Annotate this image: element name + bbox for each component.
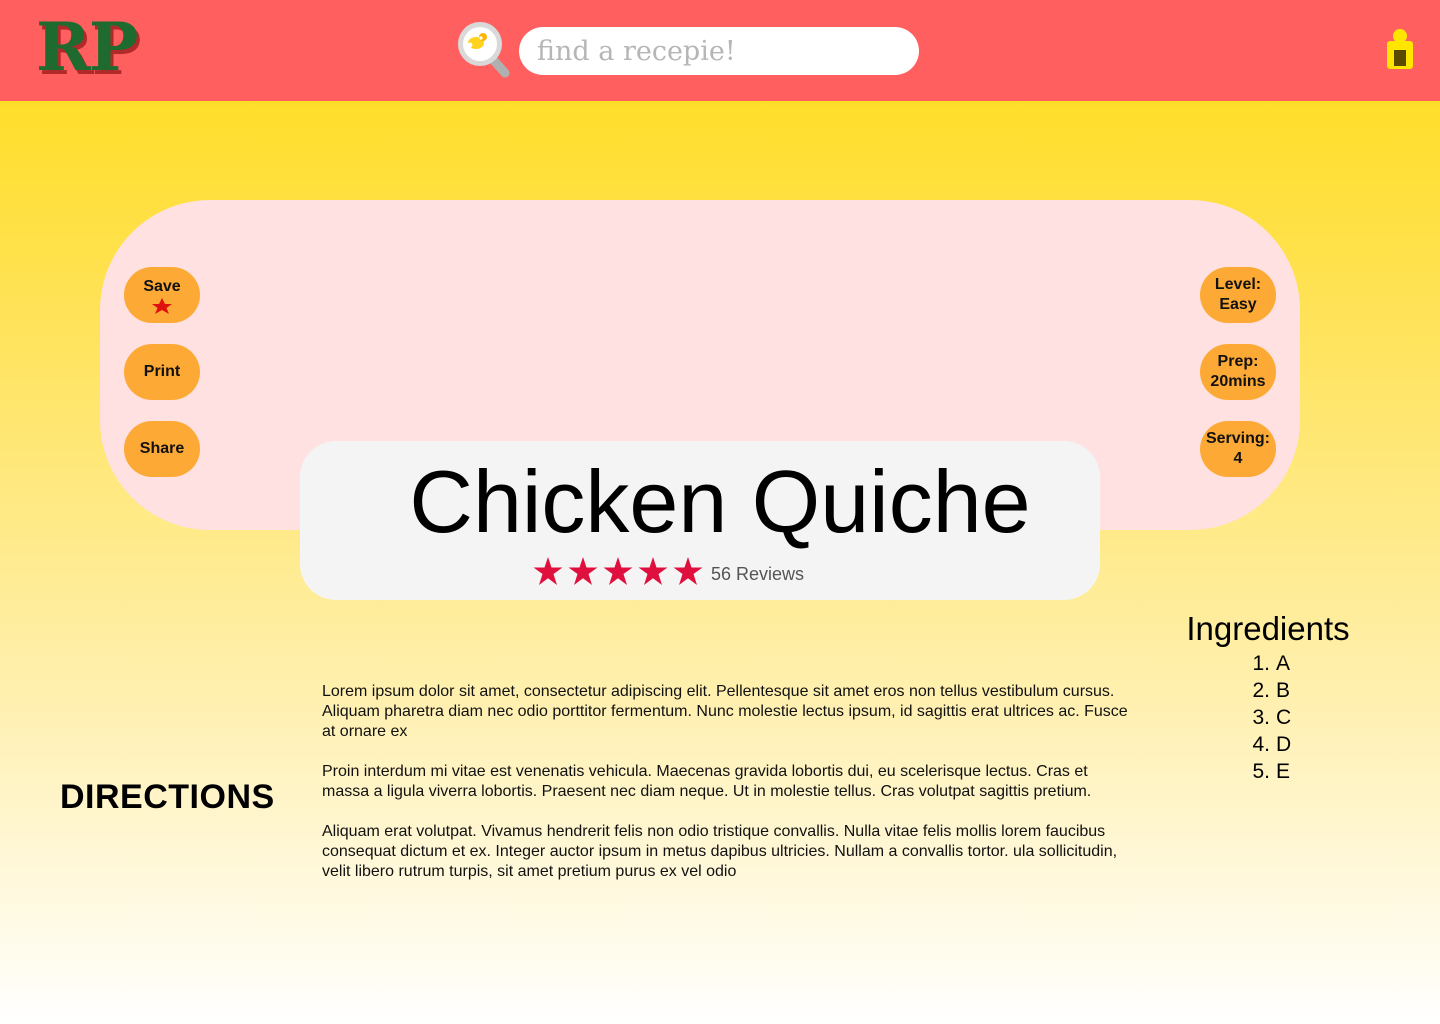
save-button[interactable]: Save [124,267,200,323]
star-icon [568,557,598,585]
ingredient-name: E [1276,760,1291,783]
ingredients-list: 1. A 2. B 3. C 4. D 5. E [1240,650,1291,785]
reviews-link[interactable]: 56 Reviews [711,564,804,585]
level-badge: Level: Easy [1200,267,1276,323]
save-label: Save [143,277,181,295]
top-bar: RP [0,0,1440,101]
direction-paragraph: Proin interdum mi vitae est venenatis ve… [322,763,1092,800]
level-label: Level: [1214,276,1262,293]
ingredient-item: 5. E [1240,758,1291,785]
directions-body: Lorem ipsum dolor sit amet, consectetur … [322,682,1132,902]
prep-label: Prep: [1217,353,1259,370]
print-button[interactable]: Print [124,344,200,400]
bookmark-star-icon [152,297,172,314]
ingredient-name: C [1276,706,1292,729]
ingredient-item: 4. D [1240,731,1291,758]
star-icon [673,557,703,585]
ingredient-number: 1. [1252,652,1270,675]
prep-value: 20mins [1210,373,1266,390]
ingredients-heading: Ingredients [1186,610,1350,647]
ingredient-number: 5. [1252,760,1270,783]
rating-stars[interactable] [533,557,703,586]
serving-label: Serving: [1205,430,1270,447]
ingredient-name: B [1276,679,1291,702]
directions-heading: DIRECTIONS [60,778,275,816]
search-input[interactable] [519,27,919,75]
site-logo[interactable]: RP [36,8,138,86]
level-value: Easy [1219,296,1257,313]
prep-badge: Prep: 20mins [1200,344,1276,400]
ingredient-item: 3. C [1240,704,1291,731]
print-label: Print [143,363,181,380]
star-icon [638,557,668,585]
user-icon[interactable] [1386,28,1414,70]
ingredient-name: D [1276,733,1292,756]
ingredient-name: A [1276,652,1291,675]
recipe-title: Chicken Quiche [409,452,1031,551]
ingredient-item: 2. B [1240,677,1291,704]
star-icon [603,557,633,585]
star-icon [533,557,563,585]
ingredient-number: 2. [1252,679,1270,702]
direction-paragraph: Lorem ipsum dolor sit amet, consectetur … [322,683,1128,740]
ingredient-number: 3. [1252,706,1270,729]
ingredient-number: 4. [1252,733,1270,756]
direction-paragraph: Aliquam erat volutpat. Vivamus hendrerit… [322,823,1118,880]
ingredient-item: 1. A [1240,650,1291,677]
search-icon[interactable] [455,19,513,79]
